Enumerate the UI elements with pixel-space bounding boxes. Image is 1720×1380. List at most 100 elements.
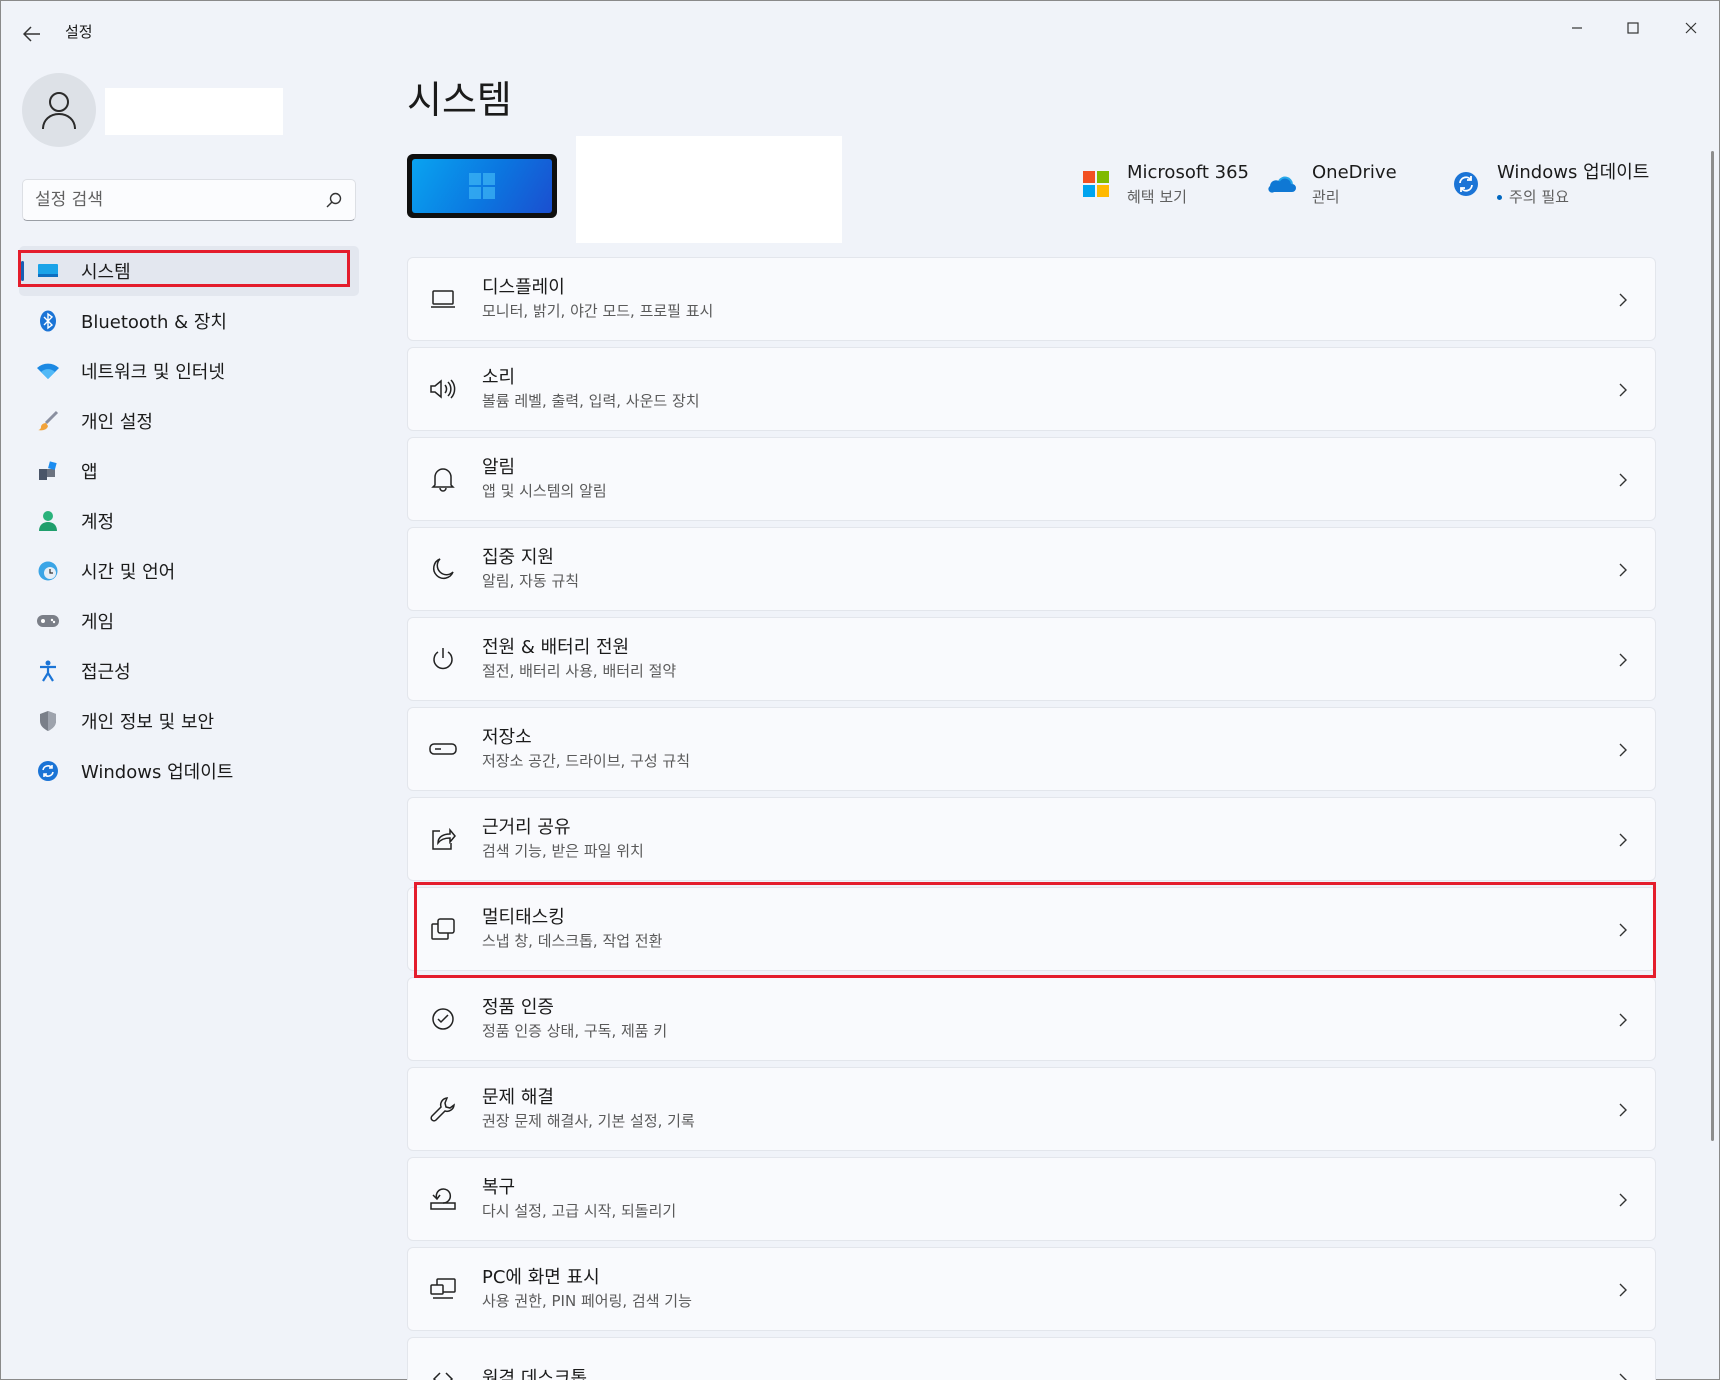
- sidebar-item-label: Bluetooth & 장치: [81, 312, 227, 333]
- chevron-right-icon: [1613, 378, 1633, 402]
- sidebar-item-label: 개인 설정: [81, 412, 153, 433]
- sidebar-item-label: 앱: [81, 462, 98, 483]
- chevron-right-icon: [1613, 828, 1633, 852]
- card-subtitle: 볼륨 레벨, 출력, 입력, 사운드 장치: [482, 392, 700, 410]
- username-redacted: [105, 88, 283, 135]
- card-notifications[interactable]: 알림 앱 및 시스템의 알림: [407, 437, 1656, 521]
- sidebar-nav: 시스템 Bluetooth & 장치 네트워크 및 인터넷 개인 설정 앱 계정…: [19, 246, 359, 796]
- sidebar-item-privacy[interactable]: 개인 정보 및 보안: [19, 696, 359, 746]
- close-icon: [1685, 22, 1697, 34]
- sidebar-item-time-language[interactable]: 시간 및 언어: [19, 546, 359, 596]
- storage-icon: [428, 734, 458, 764]
- recovery-icon: [428, 1184, 458, 1214]
- card-subtitle: 다시 설정, 고급 시작, 되돌리기: [482, 1202, 677, 1220]
- network-icon: [35, 358, 61, 384]
- project-icon: [428, 1274, 458, 1304]
- quick-link-windows-update[interactable]: Windows 업데이트 주의 필요: [1451, 161, 1649, 213]
- sidebar-item-windows-update[interactable]: Windows 업데이트: [19, 746, 359, 796]
- quick-link-microsoft365[interactable]: Microsoft 365 혜택 보기: [1081, 161, 1249, 213]
- sidebar-item-network[interactable]: 네트워크 및 인터넷: [19, 346, 359, 396]
- card-subtitle: 사용 권한, PIN 페어링, 검색 기능: [482, 1292, 692, 1310]
- card-title: 복구: [482, 1177, 516, 1198]
- sidebar-item-gaming[interactable]: 게임: [19, 596, 359, 646]
- windows-logo-icon: [469, 173, 495, 199]
- power-icon: [428, 644, 458, 674]
- card-title: PC에 화면 표시: [482, 1267, 600, 1288]
- search-icon[interactable]: [325, 191, 343, 209]
- scrollbar[interactable]: [1711, 151, 1714, 1141]
- card-title: 멀티태스킹: [482, 907, 565, 928]
- sidebar-item-personalization[interactable]: 개인 설정: [19, 396, 359, 446]
- card-power-battery[interactable]: 전원 & 배터리 전원 절전, 배터리 사용, 배터리 절약: [407, 617, 1656, 701]
- sidebar-item-accounts[interactable]: 계정: [19, 496, 359, 546]
- search-input[interactable]: [35, 188, 315, 212]
- settings-window: 설정 시스템: [0, 0, 1720, 1380]
- device-name-redacted: [576, 136, 842, 243]
- minimize-icon: [1572, 27, 1582, 29]
- accessibility-icon: [35, 658, 61, 684]
- sidebar-item-accessibility[interactable]: 접근성: [19, 646, 359, 696]
- card-recovery[interactable]: 복구다시 설정, 고급 시작, 되돌리기: [407, 1157, 1656, 1241]
- card-title: 문제 해결: [482, 1087, 554, 1108]
- card-focus-assist[interactable]: 집중 지원 알림, 자동 규칙: [407, 527, 1656, 611]
- sidebar-item-label: 게임: [81, 612, 115, 633]
- card-title: 집중 지원: [482, 547, 554, 568]
- quick-link-title: OneDrive: [1312, 162, 1397, 183]
- minimize-button[interactable]: [1551, 9, 1603, 47]
- microsoft-logo-icon: [1081, 169, 1111, 199]
- chevron-right-icon: [1613, 738, 1633, 762]
- sidebar-item-label: 네트워크 및 인터넷: [81, 362, 225, 383]
- title-bar: 설정: [1, 1, 1719, 63]
- page-title: 시스템: [407, 78, 512, 122]
- attention-dot: [1497, 195, 1502, 200]
- multitasking-icon: [428, 914, 458, 944]
- sidebar-item-bluetooth[interactable]: Bluetooth & 장치: [19, 296, 359, 346]
- chevron-right-icon: [1613, 1098, 1633, 1122]
- card-sound[interactable]: 소리볼륨 레벨, 출력, 입력, 사운드 장치: [407, 347, 1656, 431]
- app-title: 설정: [65, 23, 93, 41]
- close-button[interactable]: [1665, 9, 1717, 47]
- update-icon: [1451, 169, 1481, 199]
- system-icon: [35, 258, 61, 284]
- apps-icon: [35, 458, 61, 484]
- check-circle-icon: [428, 1004, 458, 1034]
- card-troubleshoot[interactable]: 문제 해결권장 문제 해결사, 기본 설정, 기록: [407, 1067, 1656, 1151]
- back-button[interactable]: [19, 21, 45, 47]
- sidebar-item-label: 접근성: [81, 662, 131, 683]
- onedrive-icon: [1266, 169, 1296, 199]
- sidebar-item-label: 개인 정보 및 보안: [81, 712, 215, 733]
- maximize-button[interactable]: [1607, 9, 1659, 47]
- card-nearby-sharing[interactable]: 근거리 공유 검색 기능, 받은 파일 위치: [407, 797, 1656, 881]
- chevron-right-icon: [1613, 1188, 1633, 1212]
- sidebar-item-label: 계정: [81, 512, 115, 533]
- card-title: 근거리 공유: [482, 817, 571, 838]
- card-remote-desktop[interactable]: 원격 데스크톱: [407, 1337, 1656, 1380]
- settings-search[interactable]: [22, 179, 356, 221]
- card-title: 원격 데스크톱: [482, 1368, 588, 1380]
- card-subtitle: 저장소 공간, 드라이브, 구성 규칙: [482, 752, 691, 770]
- quick-link-title: Microsoft 365: [1127, 162, 1249, 183]
- card-project-to-pc[interactable]: PC에 화면 표시사용 권한, PIN 페어링, 검색 기능: [407, 1247, 1656, 1331]
- card-activation[interactable]: 정품 인증 정품 인증 상태, 구독, 제품 키: [407, 977, 1656, 1061]
- sidebar-item-apps[interactable]: 앱: [19, 446, 359, 496]
- sidebar-item-system[interactable]: 시스템: [19, 246, 359, 296]
- card-title: 디스플레이: [482, 277, 565, 298]
- card-display[interactable]: 디스플레이 모니터, 밝기, 야간 모드, 프로필 표시: [407, 257, 1656, 341]
- avatar[interactable]: [22, 73, 96, 147]
- card-title: 소리: [482, 367, 516, 388]
- card-subtitle: 권장 문제 해결사, 기본 설정, 기록: [482, 1112, 695, 1130]
- chevron-right-icon: [1613, 288, 1633, 312]
- card-subtitle: 스냅 창, 데스크톱, 작업 전환: [482, 932, 663, 950]
- speaker-icon: [428, 374, 458, 404]
- user-icon: [42, 92, 76, 130]
- display-icon: [428, 284, 458, 314]
- chevron-right-icon: [1613, 468, 1633, 492]
- moon-icon: [428, 554, 458, 584]
- card-storage[interactable]: 저장소 저장소 공간, 드라이브, 구성 규칙: [407, 707, 1656, 791]
- maximize-icon: [1627, 22, 1639, 34]
- quick-link-onedrive[interactable]: OneDrive 관리: [1266, 161, 1397, 213]
- card-multitasking[interactable]: 멀티태스킹스냅 창, 데스크톱, 작업 전환: [407, 887, 1656, 971]
- card-subtitle: 절전, 배터리 사용, 배터리 절약: [482, 662, 677, 680]
- card-subtitle: 앱 및 시스템의 알림: [482, 482, 607, 500]
- quick-link-subtitle-row: 주의 필요: [1497, 185, 1649, 209]
